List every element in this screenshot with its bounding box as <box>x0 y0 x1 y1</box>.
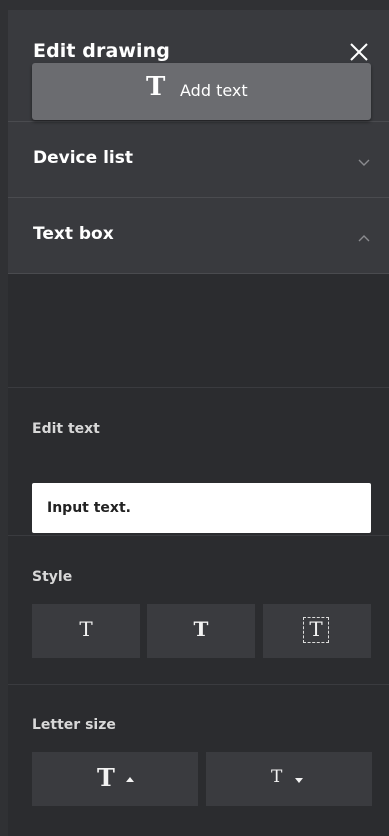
text-large-icon: T <box>97 763 115 792</box>
text-t-icon: T <box>146 72 166 102</box>
close-icon[interactable] <box>347 40 371 64</box>
caret-down-icon <box>295 778 303 783</box>
accordion-label: Device list <box>33 148 133 168</box>
edit-drawing-panel: Edit drawing Device list Text box T Add … <box>8 10 389 836</box>
text-bold-icon: T <box>193 617 209 641</box>
add-text-button[interactable]: T Add text <box>32 63 371 120</box>
style-outlined-button[interactable]: T <box>263 604 371 658</box>
add-text-label: Add text <box>180 81 248 100</box>
accordion-label: Text box <box>33 224 114 244</box>
chevron-up-icon <box>357 229 371 242</box>
letter-size-increase-button[interactable]: T <box>32 752 198 806</box>
text-outlined-icon: T <box>303 617 329 643</box>
letter-size-label: Letter size <box>32 717 116 733</box>
accordion-text-box[interactable]: Text box <box>8 198 389 274</box>
caret-up-icon <box>126 777 134 782</box>
add-text-section <box>8 274 389 388</box>
panel-title: Edit drawing <box>33 40 170 62</box>
style-label: Style <box>32 569 73 585</box>
style-bold-button[interactable]: T <box>147 604 255 658</box>
style-regular-button[interactable]: T <box>32 604 140 658</box>
accordion-device-list[interactable]: Device list <box>8 122 389 198</box>
text-regular-icon: T <box>79 617 93 641</box>
letter-size-decrease-button[interactable]: T <box>206 752 372 806</box>
chevron-down-icon <box>357 153 371 166</box>
edit-text-input[interactable] <box>32 483 371 533</box>
edit-text-label: Edit text <box>32 421 100 437</box>
text-small-icon: T <box>271 767 283 787</box>
